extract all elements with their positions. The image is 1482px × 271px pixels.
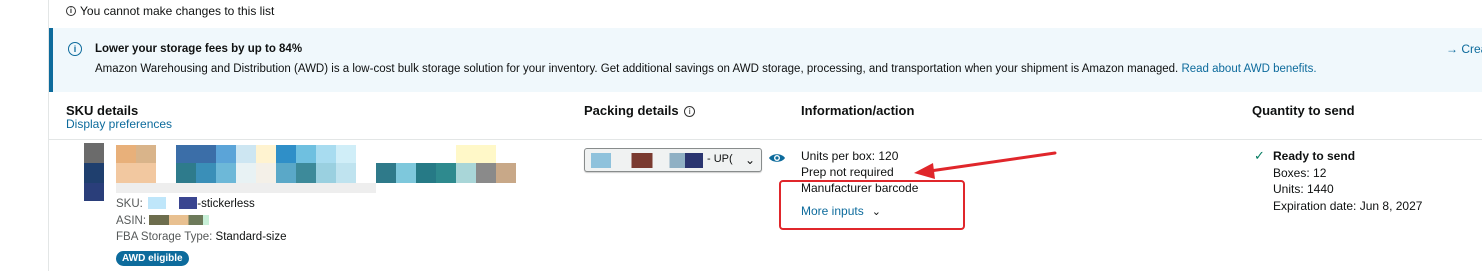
packing-details-header: Packing details i: [584, 103, 696, 118]
fba-label: FBA Storage Type:: [116, 231, 213, 243]
awd-eligible-badge: AWD eligible: [116, 251, 189, 266]
prep-status: Prep not required: [801, 165, 894, 179]
quantity-header: Quantity to send: [1252, 103, 1355, 118]
chevron-down-icon: ⌄: [744, 153, 755, 167]
info-icon: i: [66, 6, 76, 16]
redacted-template-name: [591, 153, 703, 168]
eye-icon[interactable]: [768, 151, 786, 165]
banner-body: Amazon Warehousing and Distribution (AWD…: [95, 63, 1317, 75]
template-suffix: - UP(: [707, 153, 733, 165]
asin-label: ASIN:: [116, 214, 147, 227]
quantity-summary: ✓ Ready to send Boxes: 12 Units: 1440 Ex…: [1254, 148, 1422, 214]
sku-info: SKU: -stickerless ASIN: FBA Storage Type…: [116, 196, 287, 246]
sku-details-header: SKU details: [66, 103, 139, 118]
asin-line: ASIN:: [116, 213, 287, 230]
units-count: Units: 1440: [1273, 182, 1334, 196]
fba-value: Standard-size: [215, 231, 287, 243]
information-action-header: Information/action: [801, 103, 915, 118]
fba-line: FBA Storage Type: Standard-size: [116, 229, 287, 246]
sku-value: -stickerless: [197, 198, 255, 210]
sku-redacted: [179, 197, 198, 209]
sku-redacted: [148, 197, 167, 209]
info-icon[interactable]: i: [684, 106, 696, 117]
sku-label: SKU:: [116, 198, 143, 210]
create-action-link[interactable]: → Crea: [1446, 42, 1482, 56]
redacted-product-image: [84, 143, 528, 203]
ready-status: Ready to send: [1273, 149, 1356, 163]
packing-template-select[interactable]: - UP( ⌄: [584, 148, 762, 172]
packing-header-label: Packing details: [584, 103, 679, 118]
awd-benefits-link[interactable]: Read about AWD benefits.: [1181, 63, 1316, 75]
check-icon: ✓: [1254, 148, 1265, 163]
asin-redacted: [149, 214, 210, 225]
sku-line: SKU: -stickerless: [116, 196, 287, 213]
info-icon: i: [68, 42, 82, 56]
expiration-date: Expiration date: Jun 8, 2027: [1273, 198, 1423, 213]
awd-banner: i Lower your storage fees by up to 84% A…: [49, 28, 1482, 92]
banner-text: Amazon Warehousing and Distribution (AWD…: [95, 63, 1179, 75]
banner-title: Lower your storage fees by up to 84%: [95, 43, 303, 55]
annotation-box: [779, 180, 965, 230]
notice-text: You cannot make changes to this list: [80, 4, 275, 18]
row-divider: [49, 139, 1482, 140]
display-preferences-link[interactable]: Display preferences: [66, 117, 172, 131]
read-only-notice: i You cannot make changes to this list: [66, 4, 274, 18]
boxes-count: Boxes: 12: [1273, 165, 1327, 180]
units-per-box: Units per box: 120: [801, 149, 899, 163]
